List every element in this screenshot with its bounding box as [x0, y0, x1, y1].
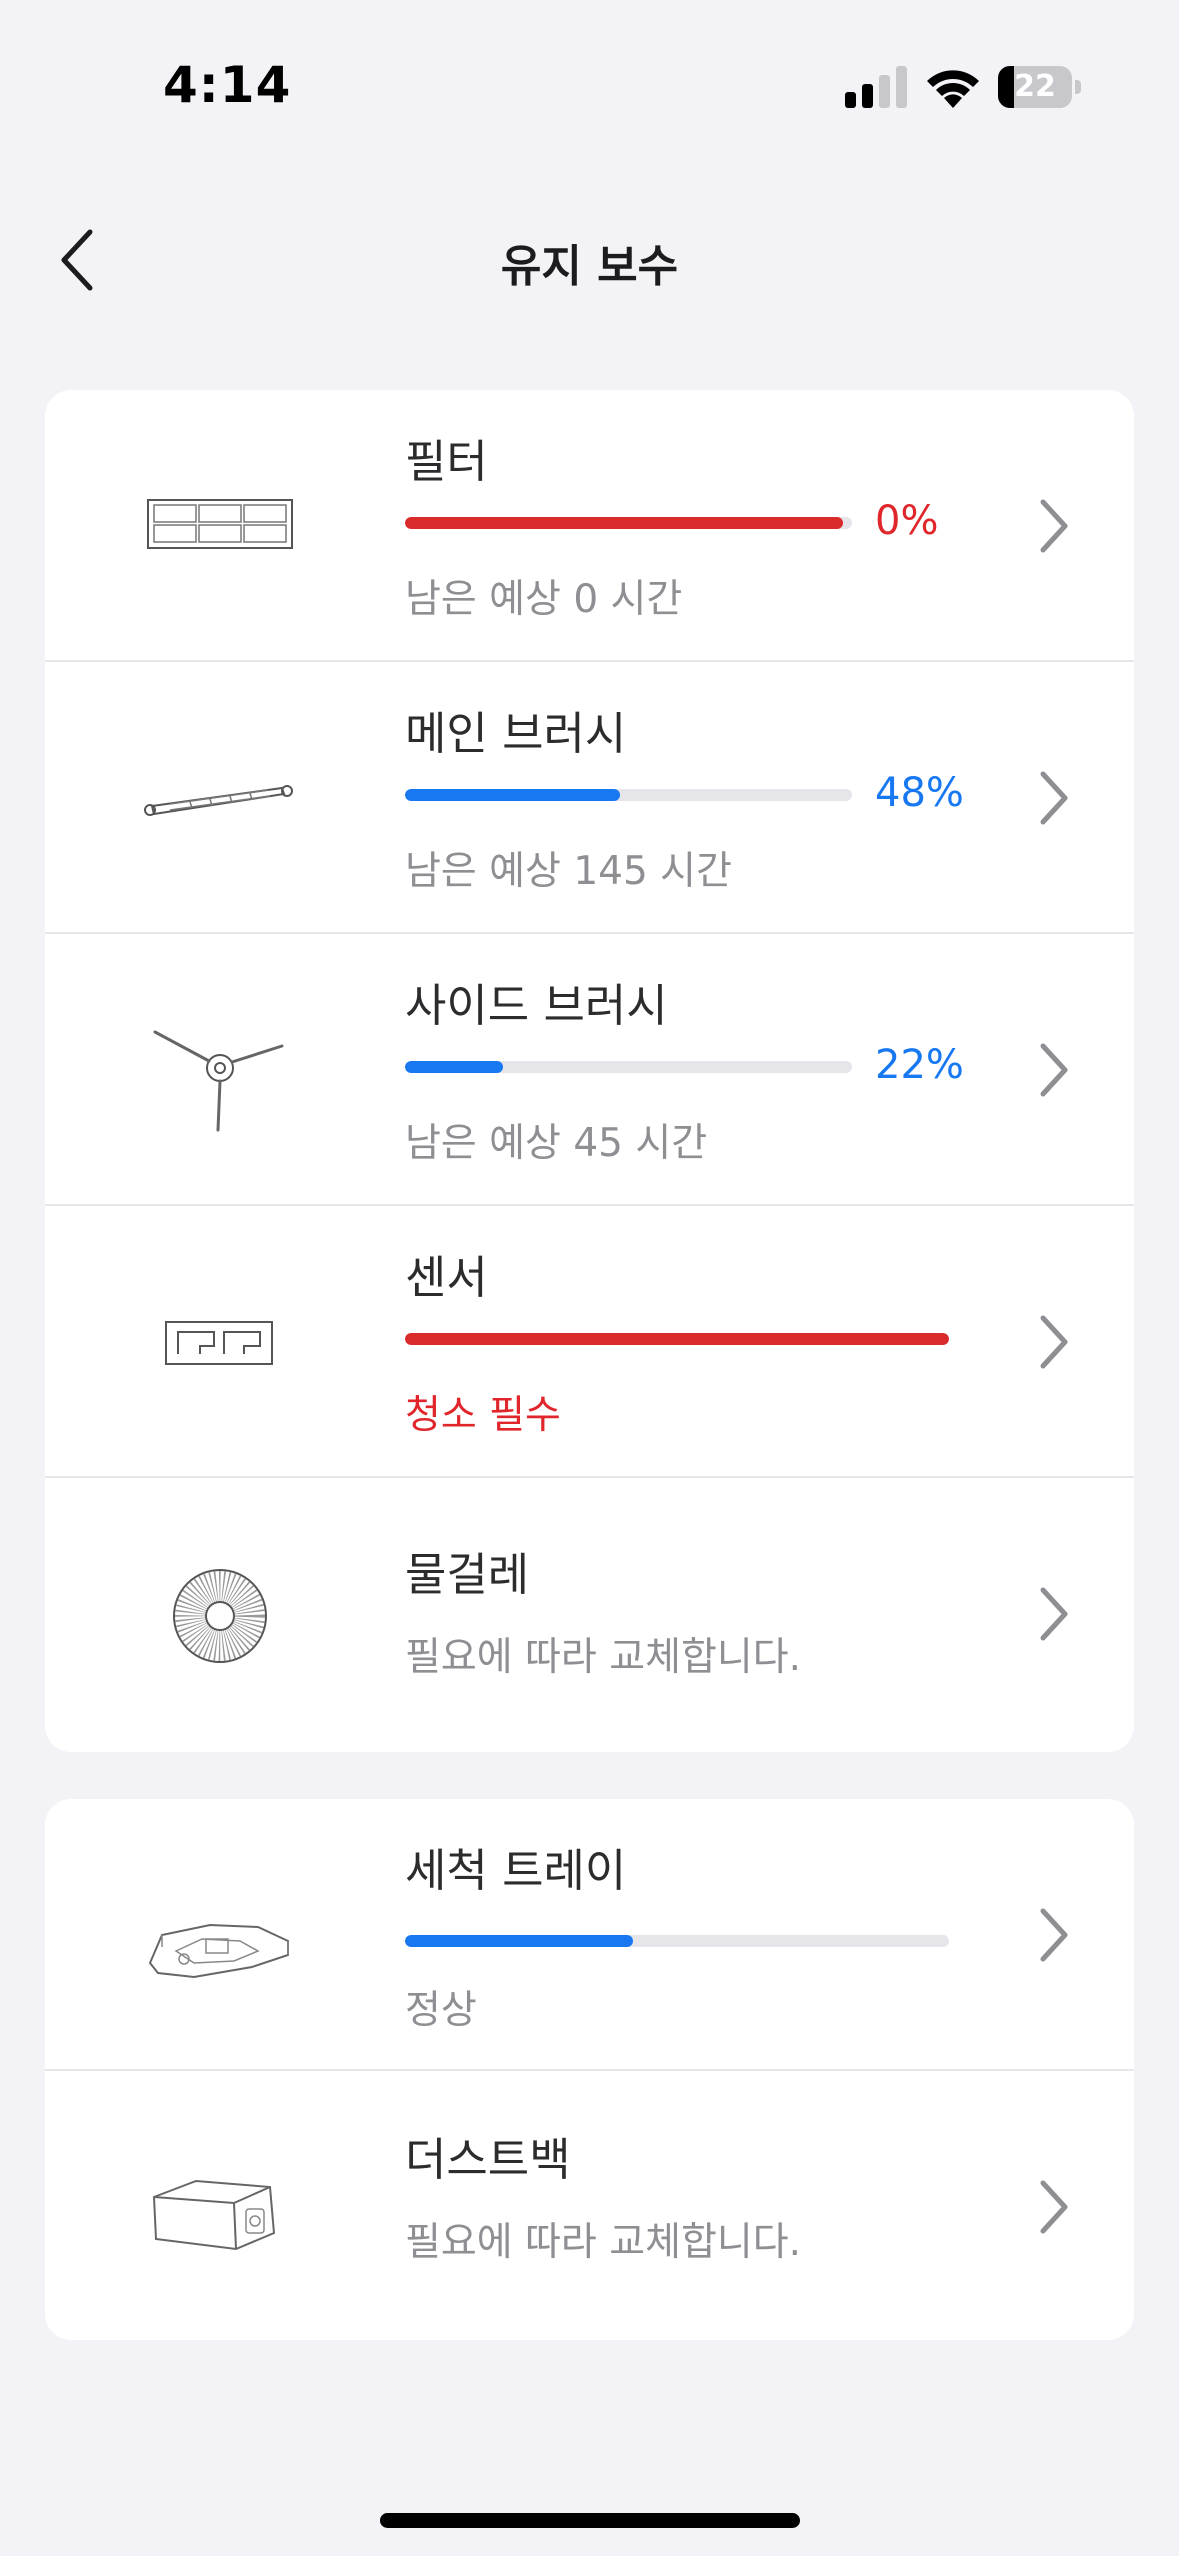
- side-brush-row[interactable]: 사이드 브러시 22% 남은 예상 45 시간: [45, 934, 1134, 1206]
- cellular-signal-icon: [845, 66, 907, 108]
- wash-tray-progress-bar: [405, 1935, 949, 1947]
- main-brush-progress-fill: [405, 789, 620, 801]
- battery-percent: 22: [1014, 69, 1056, 104]
- side-brush-remaining: 남은 예상 45 시간: [405, 1121, 708, 1166]
- station-card: 세척 트레이 정상 더스트백 필요에 따라 교체합니다.: [45, 1799, 1134, 2340]
- status-time: 4:14: [163, 56, 292, 114]
- sensor-progress-bar: [405, 1333, 949, 1345]
- filter-progress-bar: [405, 517, 852, 529]
- mop-title: 물걸레: [405, 1548, 530, 1601]
- mop-icon: [173, 1569, 267, 1663]
- chevron-right-icon: [1040, 1908, 1068, 1962]
- main-brush-row[interactable]: 메인 브러시 48% 남은 예상 145 시간: [45, 662, 1134, 934]
- filter-percent: 0%: [875, 498, 939, 544]
- home-indicator: [380, 2513, 800, 2528]
- wash-tray-progress-fill: [405, 1935, 634, 1947]
- dust-bag-icon: [152, 2179, 276, 2251]
- status-bar: 4:14 22: [0, 0, 1179, 150]
- dust-bag-title: 더스트백: [405, 2133, 571, 2186]
- sensor-progress-fill: [405, 1333, 949, 1345]
- filter-remaining: 남은 예상 0 시간: [405, 577, 683, 622]
- sensor-status: 청소 필수: [405, 1393, 561, 1438]
- chevron-right-icon: [1040, 771, 1068, 825]
- wifi-icon: [927, 70, 979, 108]
- main-brush-title: 메인 브러시: [405, 707, 627, 760]
- chevron-right-icon: [1040, 499, 1068, 553]
- page-title: 유지 보수: [500, 241, 679, 292]
- filter-icon: [147, 499, 293, 549]
- wash-tray-row[interactable]: 세척 트레이 정상: [45, 1799, 1134, 2071]
- battery-icon: 22: [998, 66, 1082, 108]
- main-brush-progress-bar: [405, 789, 852, 801]
- main-brush-percent: 48%: [875, 770, 964, 816]
- filter-progress-fill: [405, 517, 844, 529]
- navigation-bar: 유지 보수: [0, 200, 1179, 320]
- side-brush-progress-bar: [405, 1061, 852, 1073]
- mop-row[interactable]: 물걸레 필요에 따라 교체합니다.: [45, 1478, 1134, 1750]
- chevron-right-icon: [1040, 1587, 1068, 1641]
- consumables-card: 필터 0% 남은 예상 0 시간 메인 브러시 48% 남은 예상 145 시간…: [45, 390, 1134, 1752]
- wash-tray-status: 정상: [405, 1988, 477, 2033]
- sensor-title: 센서: [405, 1251, 488, 1304]
- side-brush-icon: [153, 1030, 284, 1132]
- filter-title: 필터: [405, 435, 488, 488]
- maintenance-screen: 4:14 22 유지 보수 필터 0% 남은 예상 0 시간 메인 브러시 48…: [0, 0, 1179, 2556]
- dust-bag-row[interactable]: 더스트백 필요에 따라 교체합니다.: [45, 2071, 1134, 2340]
- side-brush-progress-fill: [405, 1061, 504, 1073]
- side-brush-percent: 22%: [875, 1042, 964, 1088]
- chevron-right-icon: [1040, 1315, 1068, 1369]
- mop-note: 필요에 따라 교체합니다.: [405, 1635, 801, 1680]
- chevron-right-icon: [1040, 2180, 1068, 2234]
- filter-row[interactable]: 필터 0% 남은 예상 0 시간: [45, 390, 1134, 662]
- main-brush-icon: [144, 785, 293, 816]
- sensor-row[interactable]: 센서 청소 필수: [45, 1206, 1134, 1478]
- sensor-icon: [165, 1321, 273, 1365]
- main-brush-remaining: 남은 예상 145 시간: [405, 849, 732, 894]
- wash-tray-title: 세척 트레이: [405, 1844, 627, 1897]
- dust-bag-note: 필요에 따라 교체합니다.: [405, 2220, 801, 2265]
- wash-tray-icon: [148, 1923, 289, 1979]
- side-brush-title: 사이드 브러시: [405, 979, 668, 1032]
- chevron-right-icon: [1040, 1043, 1068, 1097]
